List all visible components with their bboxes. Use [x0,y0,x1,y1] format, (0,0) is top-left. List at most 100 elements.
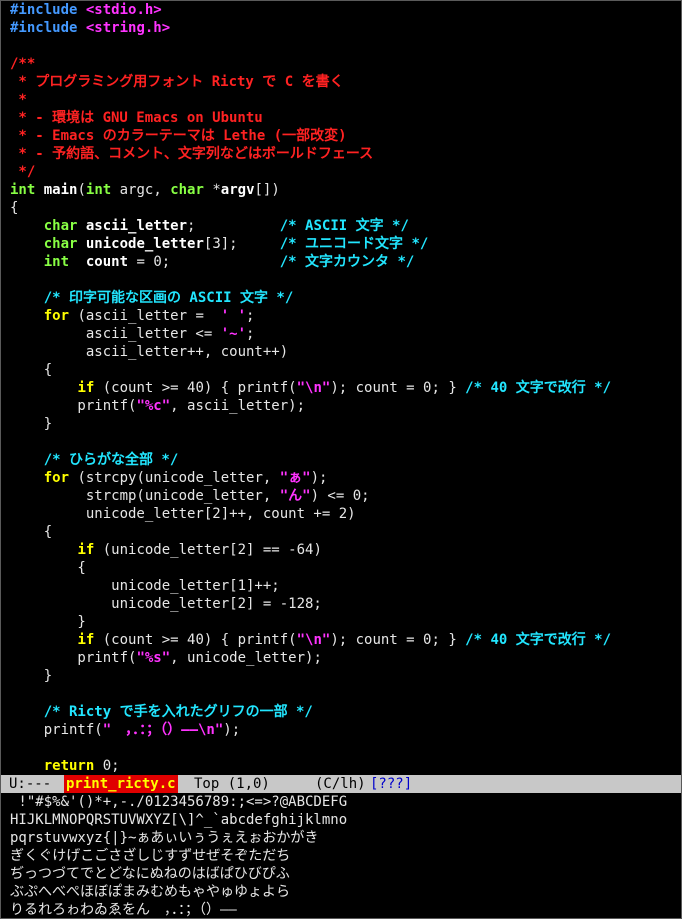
code-token: printf( [10,650,137,666]
code-line[interactable]: unicode_letter[2]++, count += 2) [10,505,356,523]
code-line[interactable]: { [10,361,52,379]
code-line[interactable]: if (unicode_letter[2] == -64) [10,541,321,559]
code-line[interactable]: ascii_letter <= '~'; [10,325,255,343]
code-token: ( [77,182,86,198]
code-token: <stdio.h> [85,2,162,18]
code-token: <string.h> [85,20,171,36]
code-token: /* 印字可能な区画の ASCII 文字 */ [43,290,294,306]
code-token: for [43,470,70,486]
code-line[interactable]: */ [10,163,35,181]
output-line: ぢっつづてでとどなにぬねのはばぱひびぴふ [10,866,290,882]
terminal-window: #include <stdio.h> #include <string.h> /**… [0,0,682,919]
code-token: "\n" [296,380,331,396]
code-line[interactable]: for (ascii_letter = ' '; [10,307,255,325]
code-line[interactable]: char ascii_letter; /* ASCII 文字 */ [10,217,409,235]
code-line[interactable]: /** [10,55,35,73]
code-token: strcmp(unicode_letter, [10,488,280,504]
code-token: printf( [10,722,103,738]
code-token: /** [10,56,36,72]
code-token: int [85,182,112,198]
code-line[interactable]: #include <stdio.h> [10,1,162,19]
code-line[interactable]: * プログラミング用フォント Ricty で C を書く [10,73,343,91]
code-token: printf( [10,398,137,414]
code-token: { [10,524,53,540]
code-token: /* ASCII 文字 */ [279,218,409,234]
code-token: "%s" [136,650,171,666]
code-token: { [10,362,53,378]
code-token: "ん" [279,488,311,504]
code-line[interactable]: printf(" ，．：；（）――\n"); [10,721,240,739]
code-token: /* ユニコード文字 */ [279,236,429,252]
code-token: 0; [94,758,120,774]
code-line[interactable]: unicode_letter[2] = -128; [10,595,322,613]
code-line[interactable]: /* ひらがな全部 */ [10,451,179,469]
code-token: ascii_letter <= [10,326,221,342]
code-token: return [43,758,95,774]
code-line[interactable]: return 0; [10,757,120,775]
code-line[interactable]: ascii_letter++, count++) [10,343,288,361]
code-line[interactable]: } [10,415,52,433]
code-line[interactable]: /* 印字可能な区画の ASCII 文字 */ [10,289,294,307]
code-line[interactable]: int count = 0; /* 文字カウンタ */ [10,253,415,271]
code-token: #include [10,20,78,36]
code-token: (ascii_letter = [69,308,221,324]
code-token: } [10,416,53,432]
code-line[interactable]: for (strcpy(unicode_letter, "ぁ"); [10,469,328,487]
code-line[interactable]: if (count >= 40) { printf("\n"); count =… [10,379,611,397]
code-token: unicode_letter[2]++, count += 2) [10,506,356,522]
code-token: argc, [111,182,171,198]
code-line[interactable]: printf("%s", unicode_letter); [10,649,321,667]
code-line[interactable]: } [10,667,52,685]
code-token: [3]; [203,236,280,252]
code-token: = 0; [128,254,280,270]
code-line[interactable]: printf("%c", ascii_letter); [10,397,305,415]
code-token: } [10,614,86,630]
code-line[interactable]: * - Emacs のカラーテーマは Lethe (一部改変) [10,127,346,145]
program-output: !"#$%&'()*+,-./0123456789:;<=>?@ABCDEFG H… [1,793,681,918]
code-token: main [43,182,78,198]
code-token: unicode_letter[1]++; [10,578,280,594]
code-token: []) [254,182,280,198]
code-line[interactable]: if (count >= 40) { printf("\n"); count =… [10,631,611,649]
code-token: ' ' [220,308,247,324]
code-token: * - 予約語、コメント、文字列などはボールドフェース [10,146,374,162]
code-line[interactable]: /* Ricty で手を入れたグリフの一部 */ [10,703,313,721]
code-editor[interactable]: #include <stdio.h> #include <string.h> /**… [1,1,681,775]
code-line[interactable]: { [10,199,18,217]
code-line[interactable]: { [10,523,52,541]
code-token: /* 40 文字で改行 */ [465,380,612,396]
code-line[interactable]: unicode_letter[1]++; [10,577,280,595]
code-line[interactable]: strcmp(unicode_letter, "ん") <= 0; [10,487,370,505]
code-line[interactable]: * - 予約語、コメント、文字列などはボールドフェース [10,145,373,163]
code-token: char [43,236,78,252]
code-token: if [77,632,95,648]
code-token: (strcpy(unicode_letter, [69,470,280,486]
code-line[interactable]: #include <string.h> [10,19,170,37]
code-line[interactable]: } [10,613,86,631]
buffer-status: U:--- [9,776,52,792]
code-line[interactable]: * [10,91,26,109]
cursor-position: Top (1,0) [194,776,270,792]
output-line: !"#$%&'()*+,-./0123456789:;<=>?@ABCDEFG [10,794,348,810]
code-line[interactable]: int main(int argc, char *argv[]) [10,181,280,199]
code-token: ascii_letter++, count++) [10,344,289,360]
buffer-name[interactable]: print_ricty.c [64,775,178,793]
code-line[interactable]: * - 環境は GNU Emacs on Ubuntu [10,109,263,127]
output-line: ぎくぐけげこごさざしじすずせぜそぞただち [10,848,291,864]
code-line[interactable]: char unicode_letter[3]; /* ユニコード文字 */ [10,235,429,253]
output-line: HIJKLMNOPQRSTUVWXYZ[\]^_`abcdefghijklmno [10,812,348,828]
code-token: , ascii_letter); [170,398,306,414]
code-token: (count >= 40) { printf( [94,632,297,648]
code-token: * - 環境は GNU Emacs on Ubuntu [10,110,263,126]
output-line: ぶぷへべぺほぼぽまみむめもゃやゅゆょよら [10,884,290,900]
code-line[interactable]: { [10,559,85,577]
code-token: "ぁ" [279,470,311,486]
code-token: argv [220,182,255,198]
